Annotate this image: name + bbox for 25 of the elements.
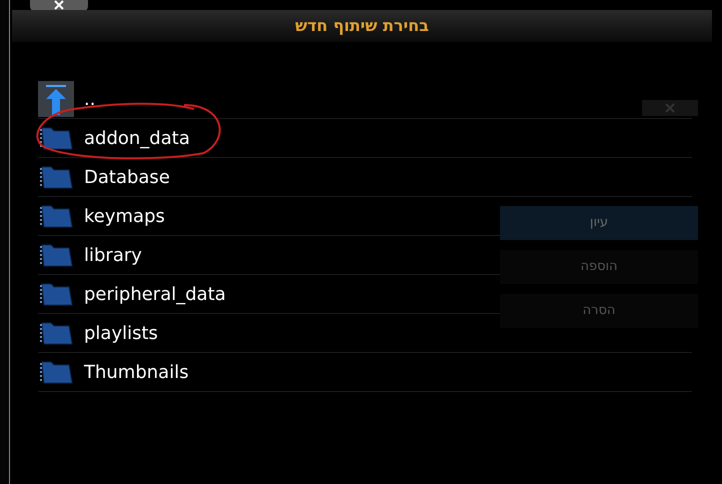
folder-list-item[interactable]: .. <box>38 80 100 118</box>
item-label: playlists <box>84 322 158 346</box>
item-label: peripheral_data <box>84 282 226 306</box>
folder-icon <box>39 242 73 268</box>
item-label: Database <box>84 166 170 190</box>
item-label: Thumbnails <box>84 360 189 384</box>
folder-icon <box>39 164 73 190</box>
folder-icon <box>39 320 73 346</box>
folder-list-item[interactable]: addon_data <box>38 119 194 157</box>
folder-icon <box>39 203 73 229</box>
folder-list-item[interactable]: Database <box>38 158 174 196</box>
folder-icon <box>39 281 73 307</box>
close-icon <box>53 0 65 10</box>
item-label: library <box>84 244 142 268</box>
folder-list-item[interactable]: keymaps <box>38 197 169 235</box>
item-label: .. <box>84 88 96 112</box>
folder-icon <box>39 359 73 385</box>
folder-list-item[interactable]: library <box>38 236 146 274</box>
item-label: keymaps <box>84 204 165 228</box>
item-label: addon_data <box>84 126 190 150</box>
folder-list-item[interactable]: playlists <box>38 314 162 352</box>
dialog-title: בחירת שיתוף חדש <box>295 15 429 37</box>
folder-list-item[interactable]: Thumbnails <box>38 353 193 391</box>
folder-list-item[interactable]: peripheral_data <box>38 275 230 313</box>
folder-icon <box>39 125 73 151</box>
